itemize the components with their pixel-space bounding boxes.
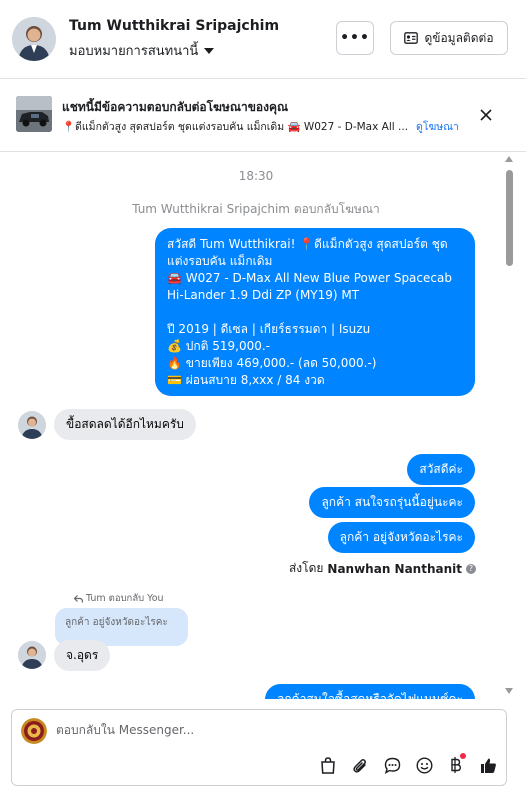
ad-banner-subtitle-row: 📍ดีแม็กตัวสูง สุดสปอร์ต ชุดแต่งรอบคัน แม… <box>62 118 459 135</box>
sent-by-prefix: ส่งโดย <box>288 561 324 575</box>
contact-avatar[interactable] <box>12 17 56 61</box>
reply-context-label: Tum ตอบกลับ You <box>74 591 164 606</box>
view-ad-link[interactable]: ดูโฆษณา <box>416 118 459 135</box>
outgoing-message[interactable]: ลูกค้า สนใจรถรุ่นนี้อยู่นะคะ <box>309 487 475 518</box>
contact-card-icon <box>404 32 419 44</box>
caret-down-icon <box>204 47 215 54</box>
payment-button[interactable] <box>440 752 472 778</box>
ad-thumbnail <box>16 96 52 132</box>
contact-name[interactable]: Tum Wutthikrai Sripajchim <box>69 18 279 34</box>
shopping-bag-button[interactable] <box>312 752 344 778</box>
reply-input[interactable] <box>56 723 456 737</box>
sender-avatar <box>18 411 46 439</box>
composer-toolbar <box>312 752 504 778</box>
baht-icon <box>451 757 462 773</box>
ad-reply-banner: แชทนี้มีข้อความตอบกลับต่อโฆษณาของคุณ 📍ดี… <box>0 80 526 152</box>
assign-conversation-dropdown[interactable]: มอบหมายการสนทนานี้ <box>69 40 215 61</box>
ad-reply-note: Tum Wutthikrai Sripajchim ตอบกลับโฆษณา <box>132 202 380 216</box>
more-options-button[interactable]: ••• <box>336 21 374 55</box>
ad-banner-title: แชทนี้มีข้อความตอบกลับต่อโฆษณาของคุณ <box>62 100 289 114</box>
sent-by-label: ส่งโดย Nanwhan Nanthanit ? <box>289 559 476 578</box>
clipped-message-row: ลูกค้าสนใจซื้อสดหรือจัดไฟแนนซ์คะ <box>0 681 526 699</box>
more-icon: ••• <box>340 30 370 46</box>
attachment-icon <box>353 758 366 773</box>
message-thread[interactable]: 18:30 Tum Wutthikrai Sripajchim ตอบกลับโ… <box>0 153 526 699</box>
ad-message-line: 🚘 W027 - D-Max All New Blue Power Spacec… <box>167 271 452 302</box>
sent-by-name[interactable]: Nanwhan Nanthanit <box>327 562 462 576</box>
incoming-message[interactable]: จ.อุดร <box>54 640 111 671</box>
assign-label: มอบหมายการสนทนานี้ <box>69 44 199 59</box>
info-icon[interactable]: ? <box>466 563 476 574</box>
scroll-down-arrow[interactable] <box>505 688 513 694</box>
message-timestamp: 18:30 <box>238 169 274 183</box>
view-contact-info-label: ดูข้อมูลติดต่อ <box>424 30 494 45</box>
page-avatar <box>21 718 47 744</box>
attach-file-button[interactable] <box>344 752 376 778</box>
close-icon <box>480 109 492 121</box>
ad-message-line: 🔥 ขายเพียง 469,000.- (ลด 50,000.-) <box>167 356 377 370</box>
ad-message-line: 💰 ปกติ 519,000.- <box>167 339 271 353</box>
conversation-header: Tum Wutthikrai Sripajchim มอบหมายการสนทน… <box>0 0 526 79</box>
scrollbar-thumb[interactable] <box>506 170 513 266</box>
reply-arrow-icon <box>74 594 83 603</box>
notification-dot <box>460 753 466 759</box>
ad-message-line: 💳 ผ่อนสบาย 8,xxx / 84 งวด <box>167 373 325 387</box>
close-banner-button[interactable] <box>475 104 497 126</box>
chat-bubble-icon <box>384 757 400 774</box>
outgoing-message[interactable]: ลูกค้า อยู่จังหวัดอะไรคะ <box>327 522 475 553</box>
emoji-button[interactable] <box>408 752 440 778</box>
ad-auto-message[interactable]: สวัสดี Tum Wutthikrai! 📍ดีแม็กตัวสูง สุด… <box>155 228 475 396</box>
sender-avatar <box>18 641 46 669</box>
outgoing-message[interactable]: สวัสดีค่ะ <box>407 454 475 485</box>
ad-message-line: ปี 2019 | ดีเซล | เกียร์ธรรมดา | Isuzu <box>167 322 371 336</box>
saved-replies-button[interactable] <box>376 752 408 778</box>
scroll-up-arrow[interactable] <box>505 156 513 162</box>
outgoing-message[interactable]: ลูกค้าสนใจซื้อสดหรือจัดไฟแนนซ์คะ <box>265 684 475 699</box>
ad-banner-subtitle: 📍ดีแม็กตัวสูง สุดสปอร์ต ชุดแต่งรอบคัน แม… <box>62 121 409 133</box>
incoming-message[interactable]: ขื้อสดลดได้อีกไหมครับ <box>54 409 196 440</box>
view-contact-info-button[interactable]: ดูข้อมูลติดต่อ <box>390 21 508 55</box>
emoji-icon <box>415 756 433 774</box>
shopping-bag-icon <box>321 756 335 774</box>
thumbs-up-icon <box>480 758 496 773</box>
message-composer[interactable] <box>11 709 507 786</box>
reply-context-text: Tum ตอบกลับ You <box>86 593 164 604</box>
like-button[interactable] <box>472 752 504 778</box>
ad-message-line: สวัสดี Tum Wutthikrai! 📍ดีแม็กตัวสูง สุด… <box>167 237 448 268</box>
